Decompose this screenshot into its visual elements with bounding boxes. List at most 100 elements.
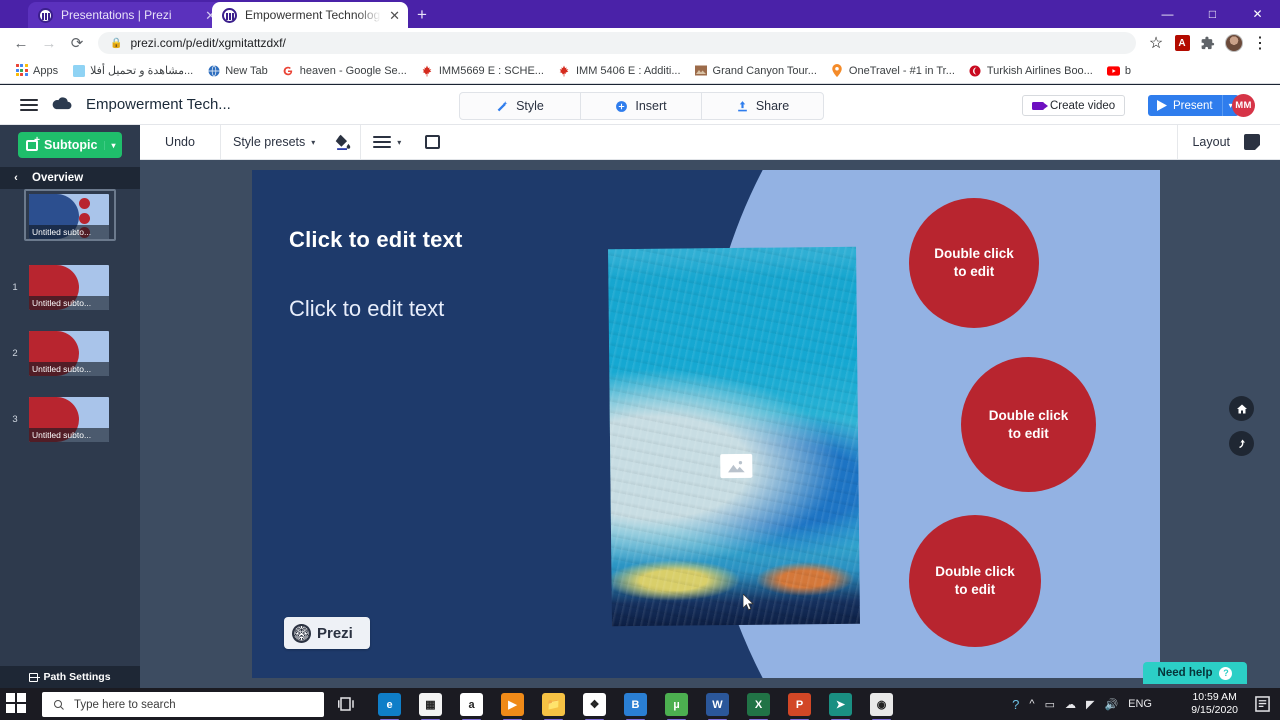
extensions-puzzle-icon[interactable] [1196, 31, 1220, 55]
taskbar-app-vlc-media[interactable]: ▶ [501, 693, 524, 720]
add-subtopic-button[interactable]: Subtopic ▾ [18, 132, 122, 158]
slide-circle-3[interactable]: Double click to edit [909, 515, 1041, 647]
pdf-extension-icon[interactable]: A [1170, 31, 1194, 55]
step-back-icon[interactable] [1229, 431, 1254, 456]
slide-subtitle-text[interactable]: Click to edit text [289, 296, 444, 322]
bookmark-label: Grand Canyon Tour... [712, 64, 817, 77]
insert-button[interactable]: Insert [581, 93, 702, 119]
clock[interactable]: 10:59 AM 9/15/2020 [1191, 691, 1238, 717]
bookmark-item[interactable]: New Tab [200, 60, 275, 82]
wifi-icon[interactable]: ◤ [1086, 698, 1094, 711]
layout-panel-icon[interactable] [1244, 134, 1260, 150]
add-frame-icon [26, 135, 40, 151]
slide-circle-2[interactable]: Double click to edit [961, 357, 1096, 492]
reload-icon[interactable]: ⟳ [64, 30, 90, 56]
image-placeholder-icon[interactable] [720, 453, 753, 479]
back-icon[interactable]: ← [8, 30, 34, 56]
present-button[interactable]: Present ▾ [1148, 95, 1239, 116]
undo-button[interactable]: Undo [140, 135, 220, 149]
help-circle-icon[interactable]: ? [1012, 697, 1019, 712]
minimize-button[interactable]: — [1145, 0, 1190, 28]
text-lines-icon [373, 133, 392, 151]
taskbar-app-microsoft-word[interactable]: W [706, 693, 729, 720]
text-style-button[interactable]: ▾ [361, 133, 413, 151]
avatar[interactable]: MM [1232, 94, 1255, 117]
path-settings-button[interactable]: Path Settings [0, 666, 140, 688]
circle-line2: to edit [953, 264, 995, 279]
taskbar-app-dropbox[interactable]: ❖ [583, 693, 606, 720]
chevron-down-icon[interactable]: ▾ [104, 140, 122, 150]
slide-circle-1[interactable]: Double click to edit [909, 198, 1039, 328]
thumbnail-number: 2 [12, 348, 18, 359]
close-window-button[interactable]: ✕ [1235, 0, 1280, 28]
frame-button[interactable] [413, 135, 452, 149]
create-video-button[interactable]: Create video [1022, 95, 1126, 116]
bookmark-item[interactable]: IMM 5406 E : Additi... [551, 60, 688, 82]
bookmark-star-icon[interactable]: ☆ [1144, 31, 1168, 55]
bookmark-item[interactable]: مشاهدة و تحميل أفلا... [65, 60, 200, 82]
hamburger-icon[interactable] [20, 96, 38, 114]
browser-tab-1[interactable]: Presentations | Prezi ✕ [28, 2, 224, 28]
browser-menu-icon[interactable]: ⋮ [1248, 31, 1272, 55]
bookmark-item[interactable]: Grand Canyon Tour... [688, 60, 824, 82]
bookmark-item[interactable]: Apps [8, 60, 65, 82]
speaker-icon[interactable]: 🔊 [1104, 698, 1118, 711]
editor-canvas[interactable]: Click to edit text Click to edit text Pr… [140, 160, 1280, 688]
overview-header[interactable]: ‹ Overview [0, 167, 140, 189]
taskbar-app-utorrent[interactable]: µ [665, 693, 688, 720]
taskbar-app-microsoft-edge[interactable]: e [378, 693, 401, 720]
browser-tabstrip: Presentations | Prezi ✕ Empowerment Tech… [0, 0, 1280, 28]
fill-color-button[interactable] [327, 134, 360, 151]
style-button[interactable]: Style [460, 93, 581, 119]
slide-image[interactable] [608, 246, 860, 627]
chevron-up-icon[interactable]: ^ [1029, 698, 1034, 710]
sidebar-thumbnail-overview[interactable]: Untitled subto... [29, 194, 109, 239]
action-center-icon[interactable] [1255, 696, 1270, 712]
thumbnail-caption: Untitled subto... [29, 225, 109, 239]
windows-start-icon[interactable] [6, 693, 28, 715]
forward-icon[interactable]: → [36, 30, 62, 56]
cloud-icon[interactable]: ☁ [1065, 698, 1076, 711]
task-view-icon[interactable] [338, 696, 356, 712]
bookmark-item[interactable]: heaven - Google Se... [275, 60, 414, 82]
search-input[interactable]: Type here to search [42, 692, 324, 717]
question-mark-icon: ? [1219, 666, 1233, 680]
url-text: prezi.com/p/edit/xgmitattzdxf/ [130, 36, 286, 50]
taskbar-app-bitdefender[interactable]: B [624, 693, 647, 720]
page-title[interactable]: Empowerment Tech... [86, 96, 231, 113]
bookmark-item[interactable]: Turkish Airlines Boo... [962, 60, 1100, 82]
new-tab-button[interactable]: + [410, 4, 434, 26]
sidebar-thumbnail-2[interactable]: Untitled subto... [29, 331, 109, 376]
taskbar-app-microsoft-powerpoint[interactable]: P [788, 693, 811, 720]
taskbar-app-microsoft-excel[interactable]: X [747, 693, 770, 720]
need-help-button[interactable]: Need help ? [1143, 662, 1247, 684]
back-chevron-icon[interactable]: ‹ [0, 172, 32, 184]
browser-tab-2[interactable]: Empowerment Technologies | Pre ✕ [212, 2, 408, 28]
usb-icon[interactable]: ▭ [1045, 698, 1055, 711]
slide-title-text[interactable]: Click to edit text [289, 227, 463, 253]
thumbnail-number: 3 [12, 414, 18, 425]
bookmark-item[interactable]: OneTravel - #1 in Tr... [824, 60, 962, 82]
prezi-watermark[interactable]: Prezi [284, 617, 370, 649]
profile-avatar[interactable] [1222, 31, 1246, 55]
taskbar-app-amazon[interactable]: a [460, 693, 483, 720]
taskbar-app-microsoft-store[interactable]: ▦ [419, 693, 442, 720]
taskbar-app-google-chrome[interactable]: ◉ [870, 693, 893, 720]
bookmark-item[interactable]: IMM5669 E : SCHE... [414, 60, 551, 82]
address-bar[interactable]: 🔒 prezi.com/p/edit/xgmitattzdxf/ [98, 32, 1136, 54]
maximize-button[interactable]: □ [1190, 0, 1235, 28]
style-presets-button[interactable]: Style presets ▾ [221, 135, 327, 149]
taskbar-app-file-explorer[interactable]: 📁 [542, 693, 565, 720]
close-icon[interactable]: ✕ [389, 9, 400, 22]
taskbar-app-teamviewer[interactable]: ➤ [829, 693, 852, 720]
screen: Presentations | Prezi ✕ Empowerment Tech… [0, 0, 1280, 720]
sidebar-thumbnail-1[interactable]: Untitled subto... [29, 265, 109, 310]
pdf-glyph: A [1174, 35, 1190, 51]
share-button[interactable]: Share [702, 93, 823, 119]
sidebar-thumbnail-3[interactable]: Untitled subto... [29, 397, 109, 442]
bookmark-item[interactable]: b [1100, 60, 1138, 82]
language-indicator[interactable]: ENG [1128, 698, 1152, 710]
layout-button[interactable]: Layout [1178, 135, 1244, 149]
home-icon[interactable] [1229, 396, 1254, 421]
slide-frame[interactable]: Click to edit text Click to edit text Pr… [252, 170, 1160, 678]
